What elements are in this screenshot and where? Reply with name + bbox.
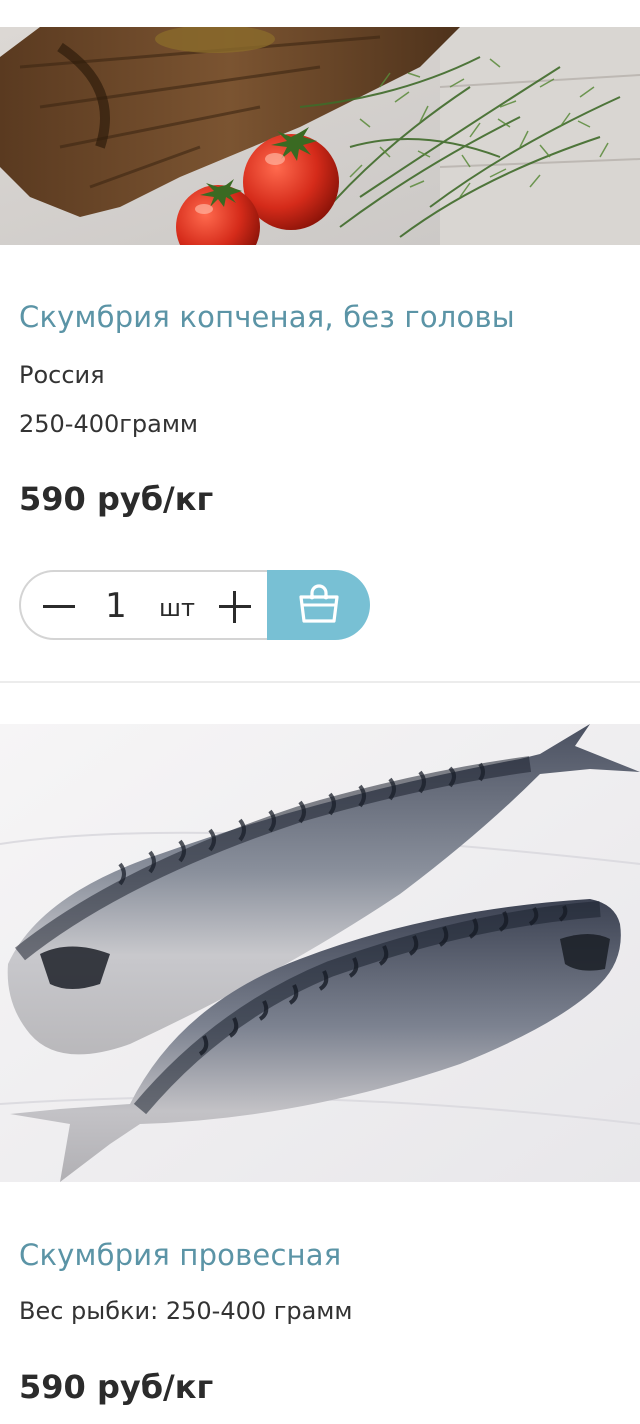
- product-price: 590 руб/кг: [19, 1368, 214, 1406]
- product-origin: Россия: [19, 361, 105, 389]
- quantity-unit: шт: [159, 594, 195, 622]
- minus-icon[interactable]: [41, 591, 77, 623]
- quantity-box: 1 шт: [19, 570, 301, 640]
- product-card: Скумбрия копченая, без головы Россия 250…: [0, 0, 640, 684]
- product-weight: 250-400грамм: [19, 410, 199, 438]
- product-weight: Вес рыбки: 250-400 грамм: [19, 1297, 353, 1325]
- quantity-input[interactable]: 1: [103, 586, 129, 626]
- shopping-basket-icon: [299, 584, 339, 623]
- product-title[interactable]: Скумбрия провесная: [19, 1238, 341, 1272]
- product-list: Скумбрия копченая, без головы Россия 250…: [0, 0, 640, 1424]
- product-price: 590 руб/кг: [19, 480, 214, 518]
- divider: [0, 681, 640, 683]
- product-image[interactable]: [0, 27, 640, 245]
- product-image[interactable]: [0, 724, 640, 1182]
- product-title[interactable]: Скумбрия копченая, без головы: [19, 300, 515, 334]
- add-to-cart-button[interactable]: [267, 570, 370, 640]
- quantity-stepper: 1 шт: [19, 570, 370, 640]
- plus-icon[interactable]: [217, 589, 253, 625]
